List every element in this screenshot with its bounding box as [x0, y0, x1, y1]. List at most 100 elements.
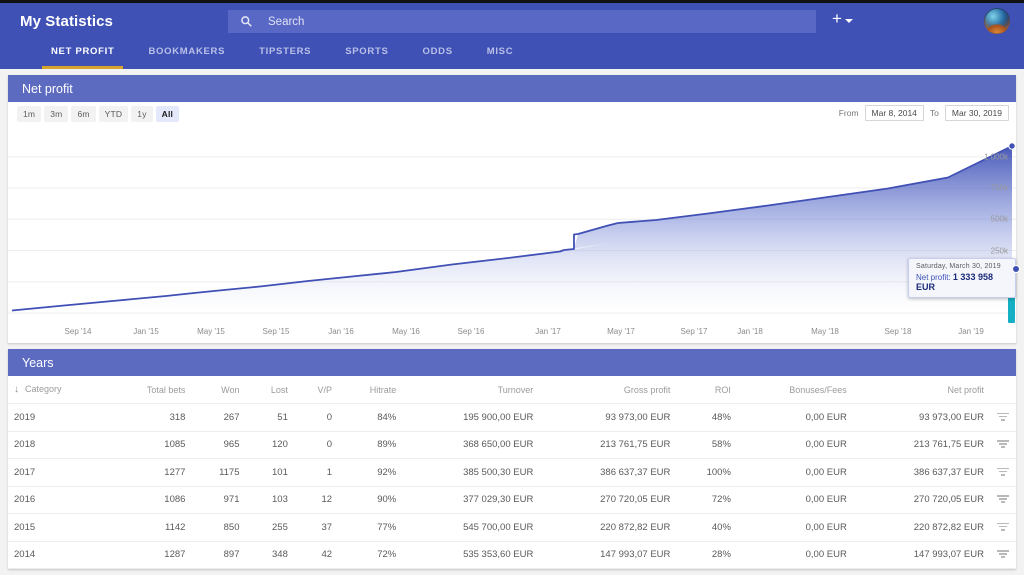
range-label: 1m	[23, 109, 36, 119]
net-profit-panel-title: Net profit	[8, 75, 1016, 102]
cell-category: 2014	[14, 549, 36, 561]
tab-bookmakers[interactable]: BOOKMAKERS	[131, 40, 242, 69]
column-header-bonuses-fees[interactable]: Bonuses/Fees	[736, 376, 853, 404]
tab-sports[interactable]: SPORTS	[328, 40, 405, 69]
table-row[interactable]: 2017 1277 1175 101 1 92% 385 500,30 EUR …	[8, 459, 1016, 487]
x-tick-label: Jan '18	[737, 327, 763, 336]
cell-hitrate: 77%	[377, 521, 397, 533]
cell-turnover: 377 029,30 EUR	[463, 494, 534, 506]
cell-hitrate: 92%	[377, 466, 397, 478]
column-header-lost[interactable]: Lost	[245, 376, 294, 404]
chevron-down-icon	[844, 18, 853, 23]
cell-bonuses-fees: 0,00 EUR	[805, 494, 847, 506]
row-filter-button[interactable]	[990, 459, 1016, 487]
column-label: Bonuses/Fees	[789, 384, 847, 395]
app-bar: My Statistics Search +	[0, 0, 1024, 40]
range-1m[interactable]: 1m	[17, 106, 42, 122]
table-row[interactable]: 2014 1287 897 348 42 72% 535 353,60 EUR …	[8, 541, 1016, 569]
range-ytd[interactable]: YTD	[98, 106, 129, 122]
column-header-turnover[interactable]: Turnover	[402, 376, 540, 404]
range-6m[interactable]: 6m	[71, 106, 96, 122]
column-label: Gross profit	[623, 384, 671, 395]
to-label: To	[929, 108, 939, 118]
tab-odds[interactable]: ODDS	[405, 40, 469, 69]
cell-category: 2018	[14, 439, 36, 451]
app-title: My Statistics	[20, 13, 113, 30]
years-panel-title: Years	[8, 349, 1016, 376]
cell-net-profit: 220 872,82 EUR	[913, 521, 984, 533]
table-row[interactable]: 2018 1085 965 120 0 89% 368 650,00 EUR 2…	[8, 431, 1016, 459]
net-profit-chart[interactable]: 1 000k 750k 500k 250k 0 Sep '14 Jan '15 …	[8, 128, 1020, 343]
column-header-gross-profit[interactable]: Gross profit	[539, 376, 677, 404]
tab-net-profit[interactable]: NET PROFIT	[34, 40, 131, 69]
tab-misc[interactable]: MISC	[470, 40, 531, 69]
range-all[interactable]: All	[155, 106, 180, 122]
app-root: My Statistics Search + NET PROFIT BOOKMA…	[0, 0, 1024, 575]
row-filter-button[interactable]	[990, 404, 1016, 432]
search-input[interactable]: Search	[228, 10, 816, 33]
sort-down-arrow-icon: ↓	[14, 384, 19, 395]
cell-net-profit: 93 973,00 EUR	[919, 411, 984, 423]
column-header-roi[interactable]: ROI	[676, 376, 737, 404]
column-label: Total bets	[146, 384, 186, 395]
from-label: From	[838, 108, 859, 118]
from-date-input[interactable]: Mar 8, 2014	[864, 105, 924, 121]
filter-icon	[997, 438, 1009, 449]
column-header-hitrate[interactable]: Hitrate	[338, 376, 403, 404]
column-header-category[interactable]: ↓ Category	[8, 376, 108, 404]
row-filter-button[interactable]	[990, 431, 1016, 459]
cell-roi: 40%	[711, 521, 731, 533]
y-tick-label: 500k	[990, 214, 1008, 224]
table-row[interactable]: 2015 1142 850 255 37 77% 545 700,00 EUR …	[8, 514, 1016, 542]
avatar[interactable]	[984, 8, 1010, 34]
cell-hitrate: 89%	[377, 439, 397, 451]
chart-area-fill	[12, 146, 1012, 313]
years-panel: Years ↓ Category Total bets Won Lost V/P …	[8, 349, 1016, 569]
row-filter-button[interactable]	[990, 514, 1016, 542]
column-label: Turnover	[497, 384, 534, 395]
range-3m[interactable]: 3m	[44, 106, 69, 122]
row-filter-button[interactable]	[990, 486, 1016, 514]
row-filter-button[interactable]	[990, 541, 1016, 569]
x-tick-label: May '15	[197, 327, 225, 336]
cell-lost: 348	[272, 549, 288, 561]
table-row[interactable]: 2016 1086 971 103 12 90% 377 029,30 EUR …	[8, 486, 1016, 514]
cell-roi: 28%	[711, 549, 731, 561]
x-axis: Sep '14 Jan '15 May '15 Sep '15 Jan '16 …	[8, 324, 1016, 342]
x-tick-label: May '16	[392, 327, 420, 336]
cell-roi: 72%	[711, 494, 731, 506]
cell-total-bets: 1287	[164, 549, 186, 561]
cell-lost: 103	[272, 494, 288, 506]
column-header-net-profit[interactable]: Net profit	[852, 376, 990, 404]
cell-category: 2019	[14, 411, 36, 423]
date-range-controls: From Mar 8, 2014 To Mar 30, 2019	[839, 105, 1009, 121]
range-1y[interactable]: 1y	[131, 106, 153, 122]
column-header-won[interactable]: Won	[191, 376, 246, 404]
search-icon	[240, 15, 252, 29]
table-header-row: ↓ Category Total bets Won Lost V/P Hitrat…	[8, 376, 1016, 404]
cell-gross-profit: 386 637,37 EUR	[600, 466, 671, 478]
x-tick-label: Sep '16	[457, 327, 485, 336]
column-label: Category	[25, 384, 62, 394]
cell-total-bets: 1086	[164, 494, 186, 506]
y-tick-label: 250k	[990, 246, 1008, 255]
tab-tipsters[interactable]: TIPSTERS	[242, 40, 328, 69]
cell-vp: 0	[326, 439, 333, 451]
cell-category: 2016	[14, 494, 36, 506]
x-tick-label: Jan '19	[958, 327, 984, 336]
cell-vp: 1	[326, 466, 333, 478]
add-button[interactable]: +	[832, 10, 853, 27]
column-header-vp[interactable]: V/P	[293, 376, 339, 404]
table-row[interactable]: 2019 318 267 51 0 84% 195 900,00 EUR 93 …	[8, 404, 1016, 432]
x-tick-label: May '17	[607, 327, 635, 336]
to-date-input[interactable]: Mar 30, 2019	[944, 105, 1009, 121]
range-label: All	[161, 109, 174, 119]
cell-won: 850	[223, 521, 240, 533]
tooltip-anchor-dot	[1012, 265, 1020, 273]
cell-lost: 255	[272, 521, 288, 533]
cell-bonuses-fees: 0,00 EUR	[805, 411, 847, 423]
cell-total-bets: 318	[169, 411, 186, 423]
cell-won: 965	[223, 439, 240, 451]
column-header-total-bets[interactable]: Total bets	[107, 376, 192, 404]
cell-bonuses-fees: 0,00 EUR	[805, 466, 847, 478]
